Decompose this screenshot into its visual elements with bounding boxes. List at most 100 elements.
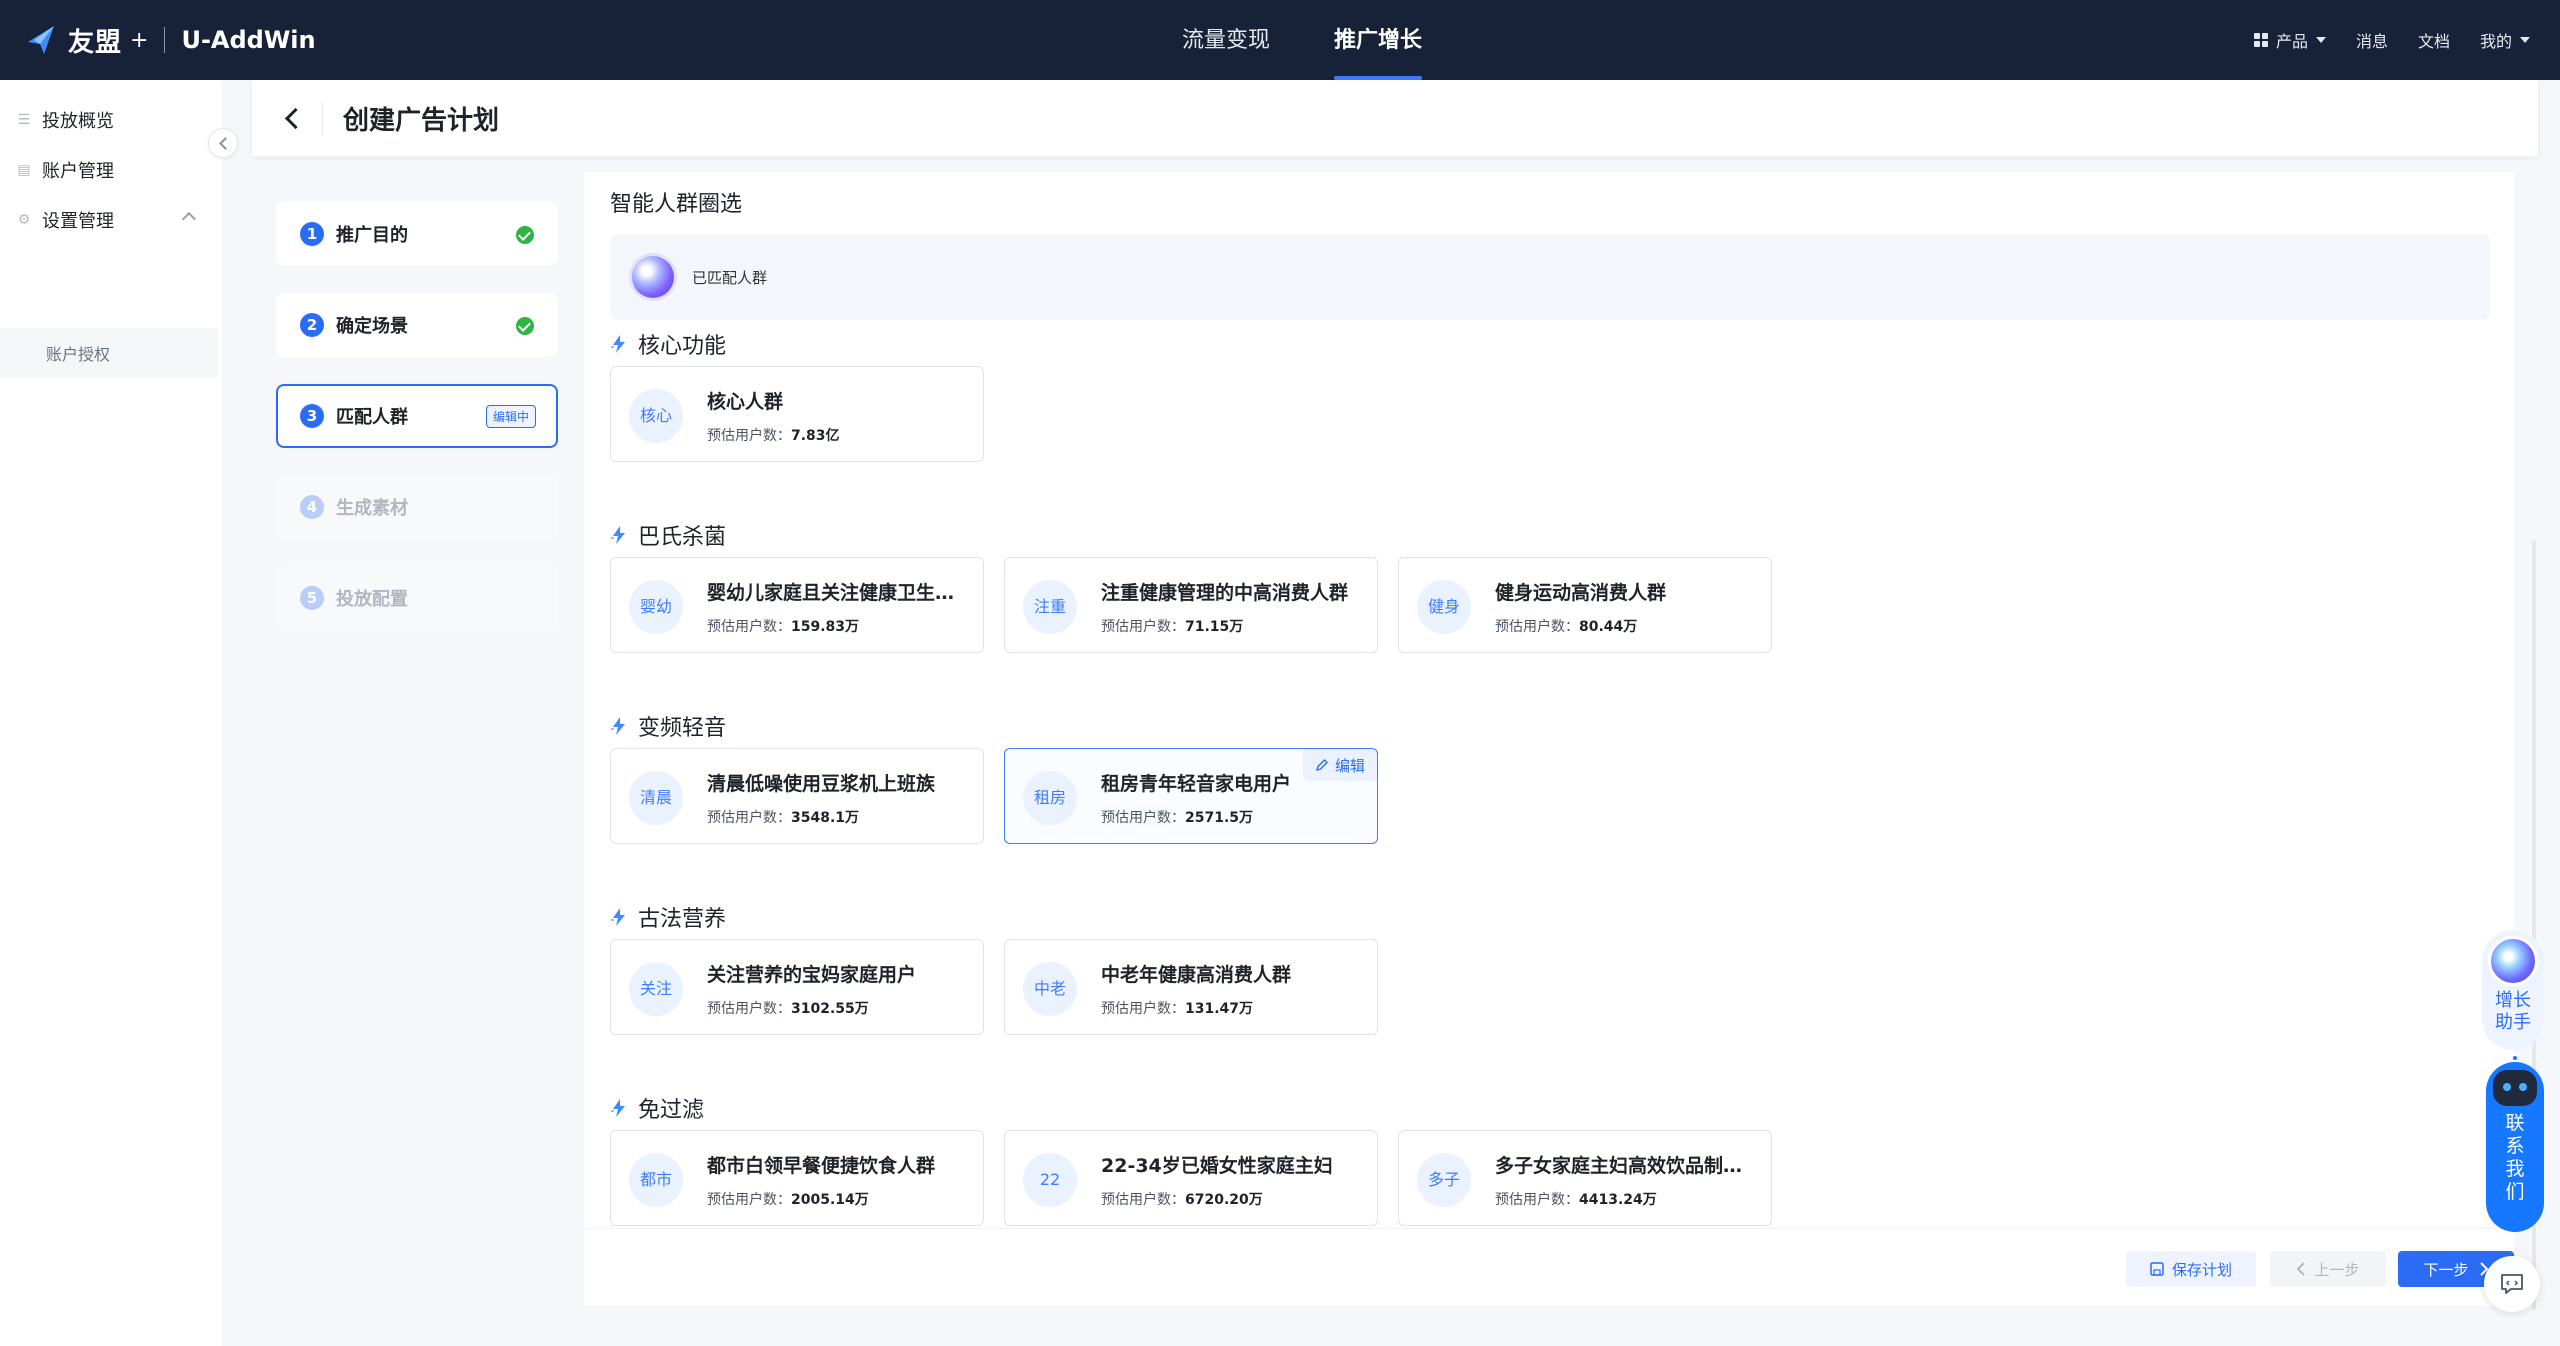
sidebar-item-settings[interactable]: ⚙ 设置管理 <box>16 200 206 240</box>
audience-card[interactable]: 清晨 清晨低噪使用豆浆机上班族 预估用户数：3548.1万 <box>610 748 984 844</box>
estimate-count: 7.83亿 <box>791 428 840 444</box>
audience-avatar: 关注 <box>629 962 683 1016</box>
sidebar-item-overview[interactable]: ☰ 投放概览 <box>16 100 206 140</box>
logo[interactable]: 友盟 + U-AddWin <box>24 20 316 60</box>
step-number: 1 <box>300 222 324 246</box>
sidebar-item-label: 投放概览 <box>42 111 114 132</box>
caret-down-icon <box>2520 37 2530 43</box>
estimate-count: 2005.14万 <box>791 1192 869 1208</box>
sidebar-item-account[interactable]: ▤ 账户管理 <box>16 150 206 190</box>
audience-estimate: 预估用户数：159.83万 <box>707 616 859 636</box>
save-plan-button[interactable]: 保存计划 <box>2126 1251 2256 1287</box>
docs-link[interactable]: 文档 <box>2418 28 2450 52</box>
audience-avatar: 22 <box>1023 1153 1077 1207</box>
audience-avatar: 都市 <box>629 1153 683 1207</box>
step-scene[interactable]: 2 确定场景 <box>276 293 558 357</box>
audience-name: 关注营养的宝妈家庭用户 <box>707 964 917 986</box>
step-delivery-config[interactable]: 5 投放配置 <box>276 566 558 630</box>
step-label: 确定场景 <box>336 316 408 337</box>
estimate-count: 2571.5万 <box>1185 810 1254 826</box>
mine-label: 我的 <box>2479 32 2512 51</box>
section-title-label: 古法营养 <box>638 907 727 932</box>
audience-card[interactable]: 婴幼 婴幼儿家庭且关注健康卫生人群 预估用户数：159.83万 <box>610 557 984 653</box>
tab-traffic-monetization[interactable]: 流量变现 <box>1182 0 1270 80</box>
estimate-prefix: 预估用户数： <box>707 619 791 635</box>
growth-assistant-button[interactable]: 增长助手 <box>2482 930 2544 1050</box>
chevron-up-icon <box>181 211 197 227</box>
prev-step-button[interactable]: 上一步 <box>2270 1251 2386 1287</box>
chat-icon <box>2501 1274 2523 1294</box>
back-button[interactable] <box>272 98 312 138</box>
tab-promotion-growth[interactable]: 推广增长 <box>1334 0 1423 80</box>
estimate-count: 3102.55万 <box>791 1001 869 1017</box>
main-nav: 流量变现 推广增长 <box>1150 0 1454 80</box>
section-title-no-filter: 免过滤 <box>610 1092 704 1124</box>
sidebar-item-label: 账户管理 <box>42 161 114 182</box>
audience-estimate: 预估用户数：3102.55万 <box>707 998 869 1018</box>
audience-card[interactable]: 中老 中老年健康高消费人群 预估用户数：131.47万 <box>1004 939 1378 1035</box>
antenna-icon <box>2511 1054 2519 1062</box>
grid-icon <box>2253 33 2268 47</box>
feedback-button[interactable] <box>2484 1256 2540 1312</box>
bolt-icon <box>611 335 625 353</box>
audience-card[interactable]: 都市 都市白领早餐便捷饮食人群 预估用户数：2005.14万 <box>610 1130 984 1226</box>
step-match-audience[interactable]: 3 匹配人群 编辑中 <box>276 384 558 448</box>
audience-avatar: 婴幼 <box>629 580 683 634</box>
step-label: 匹配人群 <box>336 407 408 428</box>
section-title-label: 变频轻音 <box>638 716 727 741</box>
audience-card[interactable]: 租房 租房青年轻音家电用户 预估用户数：2571.5万 编辑 <box>1004 748 1378 844</box>
bolt-icon <box>611 717 625 735</box>
audience-avatar: 清晨 <box>629 771 683 825</box>
brand-name: 友盟 <box>68 27 123 58</box>
audience-card[interactable]: 多子 多子女家庭主妇高效饮品制作需求人群预估用户数：4413.24万 <box>1398 1130 1772 1226</box>
contact-label: 联系我们 <box>2505 1112 2525 1203</box>
audience-estimate: 预估用户数：71.15万 <box>1101 616 1243 636</box>
estimate-count: 80.44万 <box>1579 619 1638 635</box>
audience-content: 智能人群圈选 已匹配人群 核心功能 核心 核心人群 预估用户数：7.83亿 巴氏杀菌 婴幼… <box>584 172 2514 1306</box>
estimate-prefix: 预估用户数： <box>707 810 791 826</box>
section-title-label: 免过滤 <box>638 1098 705 1123</box>
brand-plus: + <box>130 27 149 53</box>
audience-card[interactable]: 22 22-34岁已婚女性家庭主妇 预估用户数：6720.20万 <box>1004 1130 1378 1226</box>
audience-card[interactable]: 注重 注重健康管理的中高消费人群 预估用户数：71.15万 <box>1004 557 1378 653</box>
contact-us-button[interactable]: 联系我们 <box>2486 1054 2544 1232</box>
edit-audience-button[interactable]: 编辑 <box>1302 749 1377 781</box>
save-icon <box>2150 1262 2164 1276</box>
step-label: 推广目的 <box>336 225 408 246</box>
estimate-prefix: 预估用户数： <box>1495 619 1579 635</box>
step-generate-material[interactable]: 4 生成素材 <box>276 475 558 539</box>
audience-estimate: 预估用户数：7.83亿 <box>707 425 840 445</box>
matched-audience-label: 已匹配人群 <box>692 268 768 287</box>
audience-name: 注重健康管理的中高消费人群 <box>1101 582 1349 604</box>
audience-estimate: 预估用户数：80.44万 <box>1495 616 1637 636</box>
audience-card[interactable]: 健身 健身运动高消费人群 预估用户数：80.44万 <box>1398 557 1772 653</box>
audience-name: 22-34岁已婚女性家庭主妇 <box>1101 1155 1333 1177</box>
step-label: 投放配置 <box>336 589 408 610</box>
step-number: 2 <box>300 313 324 337</box>
audience-card[interactable]: 关注 关注营养的宝妈家庭用户 预估用户数：3102.55万 <box>610 939 984 1035</box>
messages-link[interactable]: 消息 <box>2356 28 2388 52</box>
products-label: 产品 <box>2275 32 2308 51</box>
check-circle-icon <box>516 317 534 335</box>
audience-name: 多子女家庭主妇高效饮品制作需求人群 <box>1495 1155 1760 1177</box>
audience-name: 中老年健康高消费人群 <box>1101 964 1292 986</box>
settings-icon: ⚙ <box>17 212 31 228</box>
estimate-count: 3548.1万 <box>791 810 860 826</box>
sidebar-item-account-auth[interactable]: 账户授权 <box>0 328 218 378</box>
sidebar-collapse-button[interactable] <box>208 128 238 158</box>
step-label: 生成素材 <box>336 498 408 519</box>
step-promotion-goal[interactable]: 1 推广目的 <box>276 202 558 266</box>
products-menu[interactable]: 产品 <box>2253 28 2326 52</box>
matched-audience-box: 已匹配人群 <box>610 234 2490 320</box>
editing-badge: 编辑中 <box>485 405 536 428</box>
next-step-label: 下一步 <box>2423 1260 2469 1279</box>
audience-card[interactable]: 核心 核心人群 预估用户数：7.83亿 <box>610 366 984 462</box>
assistant-orb-icon <box>2488 936 2538 986</box>
mine-menu[interactable]: 我的 <box>2480 28 2530 52</box>
estimate-prefix: 预估用户数： <box>707 1192 791 1208</box>
audience-avatar: 注重 <box>1023 580 1077 634</box>
header-divider <box>322 102 323 134</box>
chevron-left-icon <box>2297 1262 2306 1276</box>
estimate-prefix: 预估用户数： <box>1495 1192 1579 1208</box>
audience-estimate: 预估用户数：4413.24万 <box>1495 1189 1657 1209</box>
